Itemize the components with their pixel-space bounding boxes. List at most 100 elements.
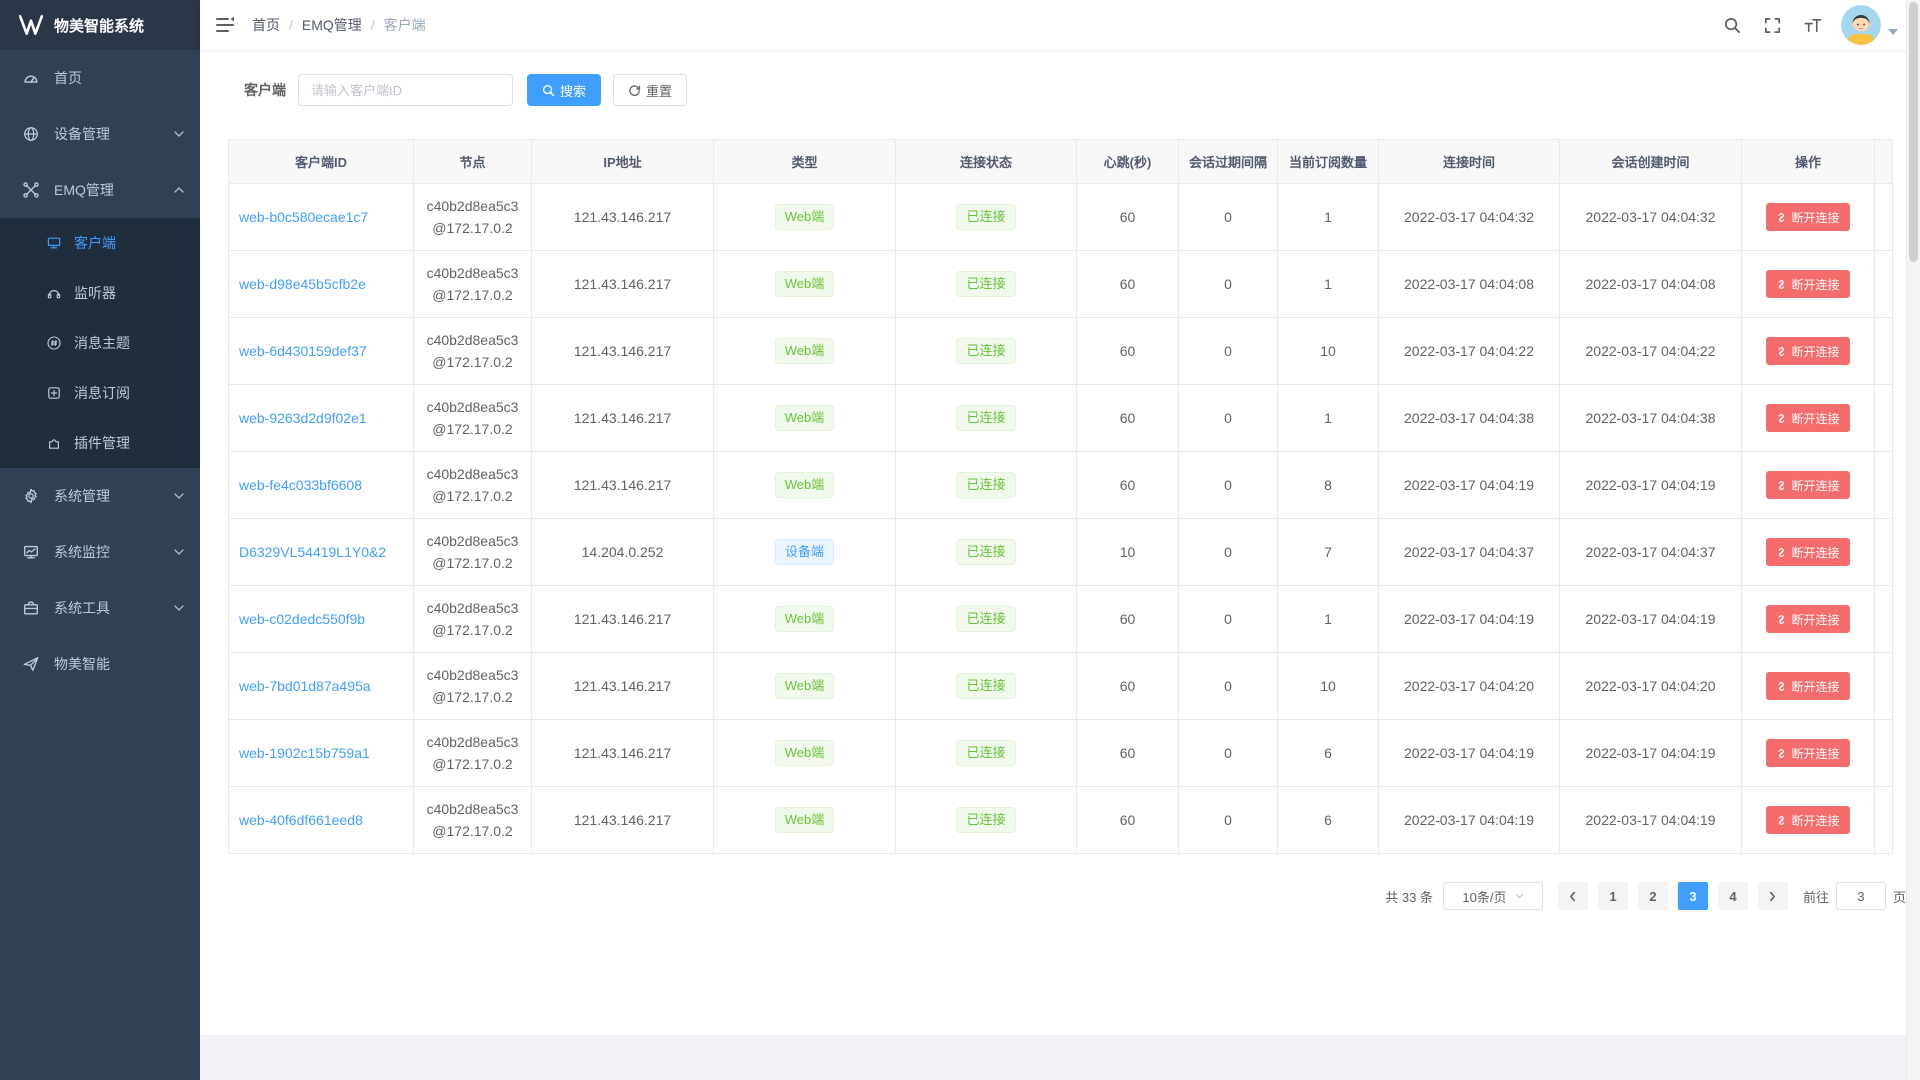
page-button-1[interactable]: 1 [1598, 882, 1628, 910]
type-tag: Web端 [775, 807, 835, 833]
clients-table: 客户端ID 节点 IP地址 类型 连接状态 心跳(秒) 会话过期间隔 当前订阅数… [228, 139, 1906, 854]
fullscreen-icon[interactable] [1755, 8, 1789, 42]
disconnect-button[interactable]: 断开连接 [1766, 672, 1849, 700]
disconnect-button[interactable]: 断开连接 [1766, 203, 1849, 231]
connected-at-cell: 2022-03-17 04:04:32 [1379, 184, 1560, 251]
ip-cell: 121.43.146.217 [532, 318, 714, 385]
session-expiry-cell: 0 [1179, 385, 1278, 452]
app-logo[interactable]: 物美智能系统 [0, 0, 200, 50]
breadcrumb-emq[interactable]: EMQ管理 [302, 15, 362, 35]
col-connected-at: 连接时间 [1379, 140, 1560, 184]
search-button-label: 搜索 [560, 81, 586, 100]
client-id-link[interactable]: web-1902c15b759a1 [239, 745, 370, 761]
node-name: c40b2d8ea5c3 [414, 798, 531, 820]
collapse-sidebar-icon[interactable] [214, 15, 236, 35]
disconnect-button[interactable]: 断开连接 [1766, 404, 1849, 432]
page-button-3-active[interactable]: 3 [1678, 882, 1708, 910]
sidebar-item-subscriptions[interactable]: 消息订阅 [0, 368, 200, 418]
ip-cell: 121.43.146.217 [532, 787, 714, 854]
client-id-link[interactable]: web-b0c580ecae1c7 [239, 209, 368, 225]
chevron-up-icon [174, 186, 184, 194]
page-scrollbar[interactable] [1906, 0, 1920, 1080]
client-id-link[interactable]: web-fe4c033bf6608 [239, 477, 362, 493]
node-name: c40b2d8ea5c3 [414, 195, 531, 217]
scrollbar-thumb[interactable] [1909, 2, 1918, 262]
node-name: c40b2d8ea5c3 [414, 664, 531, 686]
client-id-link[interactable]: web-40f6df661eed8 [239, 812, 363, 828]
heartbeat-cell: 60 [1077, 787, 1179, 854]
col-actions: 操作 [1742, 140, 1875, 184]
prev-page-button[interactable] [1558, 882, 1588, 910]
page-button-2[interactable]: 2 [1638, 882, 1668, 910]
sidebar-item-wumei-smart[interactable]: 物美智能 [0, 636, 200, 692]
heartbeat-cell: 60 [1077, 452, 1179, 519]
client-id-link[interactable]: web-9263d2d9f02e1 [239, 410, 367, 426]
node-ip: @172.17.0.2 [414, 418, 531, 440]
type-tag: Web端 [775, 472, 835, 498]
search-button[interactable]: 搜索 [527, 74, 601, 106]
heartbeat-cell: 60 [1077, 318, 1179, 385]
created-at-cell: 2022-03-17 04:04:19 [1560, 452, 1742, 519]
caret-down-icon [1888, 29, 1898, 35]
next-page-button[interactable] [1758, 882, 1788, 910]
node-ip: @172.17.0.2 [414, 753, 531, 775]
user-menu[interactable] [1841, 5, 1908, 45]
disconnect-button[interactable]: 断开连接 [1766, 337, 1849, 365]
sidebar-item-system-monitor[interactable]: 系统监控 [0, 524, 200, 580]
connected-at-cell: 2022-03-17 04:04:19 [1379, 586, 1560, 653]
client-id-link[interactable]: web-c02dedc550f9b [239, 611, 365, 627]
chevron-down-icon [174, 604, 184, 612]
sidebar-item-system-tools[interactable]: 系统工具 [0, 580, 200, 636]
page-button-4[interactable]: 4 [1718, 882, 1748, 910]
breadcrumb-home[interactable]: 首页 [252, 15, 280, 35]
disconnect-button[interactable]: 断开连接 [1766, 806, 1849, 834]
goto-page-input[interactable] [1836, 882, 1886, 910]
disconnect-button-label: 断开连接 [1791, 276, 1839, 293]
subscriptions-cell: 1 [1278, 385, 1379, 452]
session-expiry-cell: 0 [1179, 519, 1278, 586]
sidebar-item-plugins[interactable]: 插件管理 [0, 418, 200, 468]
node-name: c40b2d8ea5c3 [414, 396, 531, 418]
sidebar-item-listeners[interactable]: 监听器 [0, 268, 200, 318]
disconnect-button[interactable]: 断开连接 [1766, 270, 1849, 298]
sidebar-item-clients[interactable]: 客户端 [0, 218, 200, 268]
client-id-link[interactable]: D6329VL54419L1Y0&2 [239, 544, 386, 560]
table-row: web-1902c15b759a1 c40b2d8ea5c3@172.17.0.… [229, 720, 1893, 787]
scrollbar-gutter [1875, 140, 1893, 184]
ip-cell: 121.43.146.217 [532, 385, 714, 452]
table-row: D6329VL54419L1Y0&2 c40b2d8ea5c3@172.17.0… [229, 519, 1893, 586]
status-badge: 已连接 [956, 271, 1015, 297]
disconnect-button[interactable]: 断开连接 [1766, 605, 1849, 633]
disconnect-button-label: 断开连接 [1791, 745, 1839, 762]
node-name: c40b2d8ea5c3 [414, 597, 531, 619]
connected-at-cell: 2022-03-17 04:04:37 [1379, 519, 1560, 586]
font-size-icon[interactable] [1795, 8, 1829, 42]
disconnect-button[interactable]: 断开连接 [1766, 471, 1849, 499]
created-at-cell: 2022-03-17 04:04:32 [1560, 184, 1742, 251]
client-id-link[interactable]: web-7bd01d87a495a [239, 678, 371, 694]
search-icon[interactable] [1715, 8, 1749, 42]
sidebar-item-devices[interactable]: 设备管理 [0, 106, 200, 162]
page-size-select[interactable]: 10条/页 [1443, 882, 1543, 910]
client-icon [46, 235, 62, 251]
disconnect-button-label: 断开连接 [1791, 343, 1839, 360]
client-id-link[interactable]: web-d98e45b5cfb2e [239, 276, 366, 292]
subscriptions-cell: 6 [1278, 720, 1379, 787]
sidebar-item-home[interactable]: 首页 [0, 50, 200, 106]
sidebar-item-system-admin[interactable]: 系统管理 [0, 468, 200, 524]
goto-unit-label: 页 [1893, 887, 1906, 906]
ip-cell: 121.43.146.217 [532, 452, 714, 519]
ip-cell: 14.204.0.252 [532, 519, 714, 586]
disconnect-button[interactable]: 断开连接 [1766, 538, 1849, 566]
client-id-input[interactable] [298, 74, 513, 106]
disconnect-button[interactable]: 断开连接 [1766, 739, 1849, 767]
session-expiry-cell: 0 [1179, 586, 1278, 653]
sidebar-item-emq[interactable]: EMQ管理 [0, 162, 200, 218]
status-badge: 已连接 [956, 338, 1015, 364]
client-id-link[interactable]: web-6d430159def37 [239, 343, 367, 359]
reset-button[interactable]: 重置 [613, 74, 687, 106]
connected-at-cell: 2022-03-17 04:04:08 [1379, 251, 1560, 318]
sidebar-item-topics[interactable]: 消息主题 [0, 318, 200, 368]
listener-icon [46, 285, 62, 301]
status-badge: 已连接 [956, 405, 1015, 431]
